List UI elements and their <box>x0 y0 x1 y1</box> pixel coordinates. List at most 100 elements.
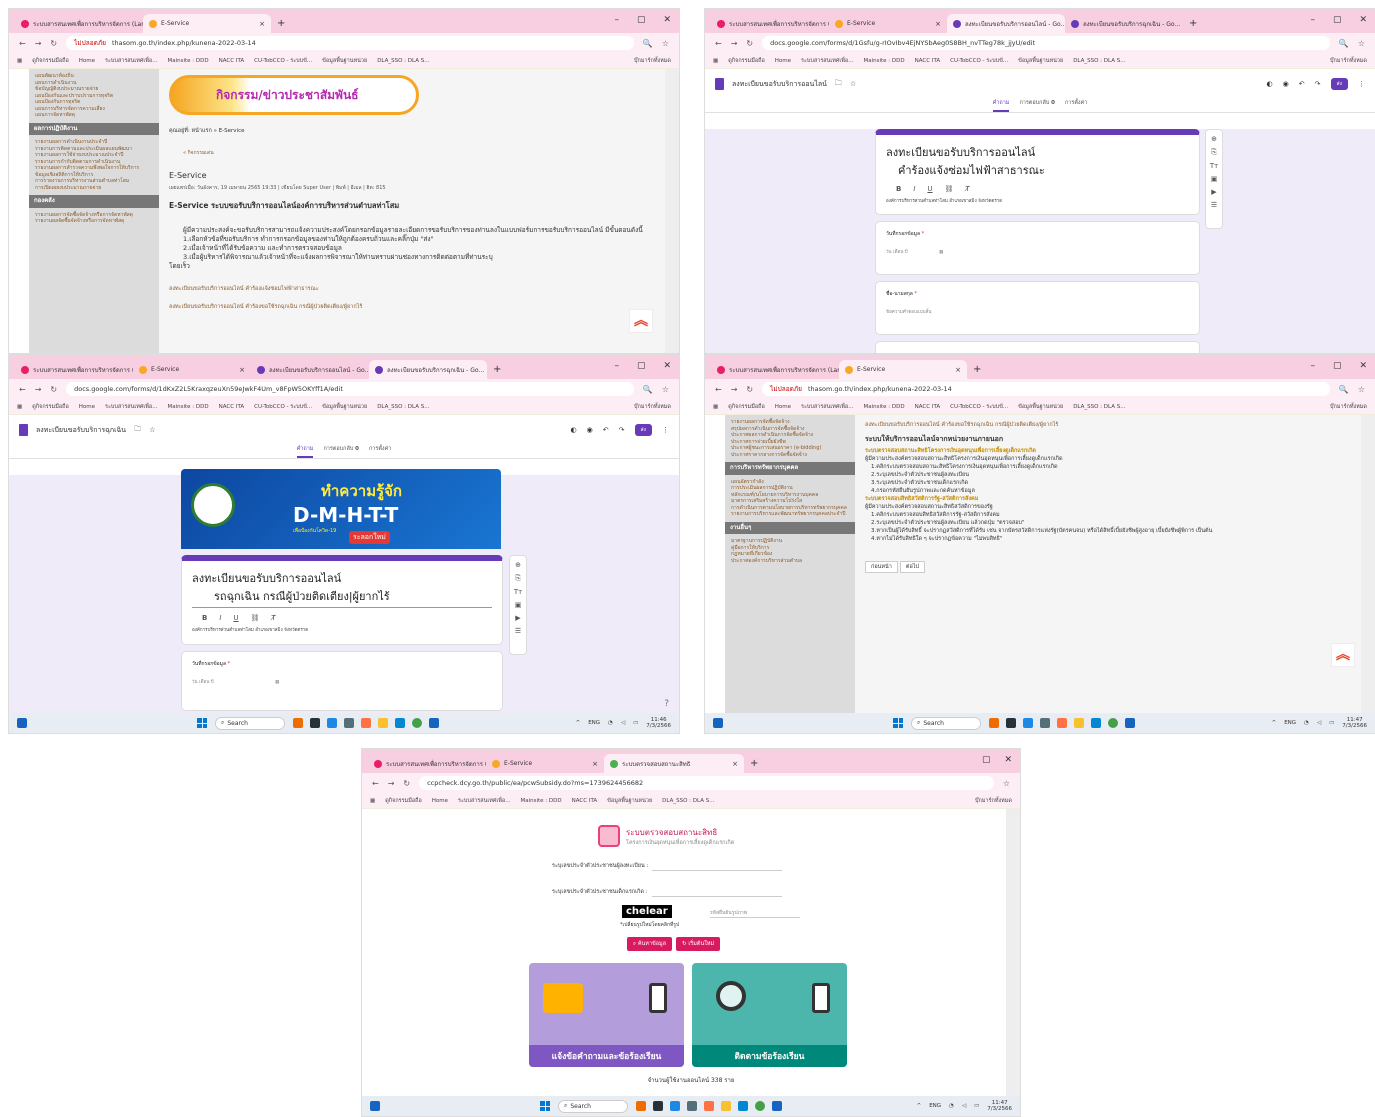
tab-dla[interactable]: ระบบตรวจสอบสถานะสิทธิ × <box>604 754 744 773</box>
new-tab-icon[interactable]: + <box>1189 18 1197 29</box>
close-icon[interactable]: × <box>592 760 598 768</box>
star-icon[interactable]: ☆ <box>662 385 669 394</box>
bookmark-item[interactable]: Mainsite : DDD <box>863 58 904 64</box>
bookmark-item[interactable]: ข้อมูลพื้นฐานหน่วย <box>607 797 652 805</box>
bookmark-item[interactable]: DLA_SSO : DLA S... <box>662 798 714 804</box>
bookmark-item[interactable]: Home <box>79 404 95 410</box>
bookmark-item[interactable]: Home <box>775 58 791 64</box>
import-icon[interactable]: ⎘ <box>1211 148 1217 157</box>
star-icon[interactable]: ☆ <box>149 426 155 434</box>
star-icon[interactable]: ☆ <box>1358 385 1365 394</box>
apps-icon[interactable]: ▦ <box>17 58 22 64</box>
bookmark-item[interactable]: ดูกิจกรรมมือถือ <box>728 57 765 65</box>
preview-icon[interactable]: ◉ <box>1283 80 1289 88</box>
close-window-icon[interactable]: ✕ <box>1359 361 1367 371</box>
tab-eservice[interactable]: E-Service × <box>133 360 251 379</box>
bookmark-item[interactable]: Mainsite : DDD <box>520 798 561 804</box>
bookmark-item[interactable]: NACC ITA <box>219 58 245 64</box>
new-tab-icon[interactable]: + <box>973 364 981 375</box>
maximize-icon[interactable]: ▢ <box>982 755 991 765</box>
bookmark-item[interactable]: CU-TobCCO - ระบบข้... <box>950 403 1008 411</box>
doc-title[interactable]: ลงทะเบียนขอรับบริการฉุกเฉิน <box>36 425 126 436</box>
all-bookmarks[interactable]: บุ๊กมาร์กทั้งหมด <box>634 57 671 65</box>
chrome-icon[interactable] <box>412 718 422 728</box>
browser-icon[interactable] <box>738 1101 748 1111</box>
taskview-icon[interactable] <box>653 1101 663 1111</box>
bookmark-item[interactable]: Mainsite : DDD <box>167 404 208 410</box>
link-icon[interactable]: ⛓ <box>945 185 954 193</box>
preview-icon[interactable]: ◉ <box>587 426 593 434</box>
tab-eservice[interactable]: E-Service × <box>486 754 604 773</box>
bookmark-item[interactable]: Home <box>79 58 95 64</box>
bookmark-item[interactable]: NACC ITA <box>915 58 941 64</box>
track-card[interactable]: ติดตามข้อร้องเรียน <box>692 963 847 1067</box>
title-icon[interactable]: Tт <box>1210 162 1218 170</box>
import-icon[interactable]: ⎘ <box>515 574 521 583</box>
service-link-newborn[interactable]: ระบบตรวจสอบสถานะสิทธิโครงการเงินอุดหนุนเ… <box>865 447 1351 455</box>
bookmark-item[interactable]: ดูกิจกรรมมือถือ <box>385 797 422 805</box>
language-indicator[interactable]: ENG <box>1284 720 1296 726</box>
question-card[interactable]: ชื่อ-นามสกุล * ข้อความคำตอบแบบสั้น <box>875 281 1200 335</box>
bookmark-item[interactable]: ดูกิจกรรมมือถือ <box>728 403 765 411</box>
subnav-link[interactable]: « กิจกรรมเด่น <box>183 149 655 157</box>
windows-start-icon[interactable] <box>540 1101 550 1111</box>
url-field[interactable]: docs.google.com/forms/d/1dKxZ2L5Kraxqzeu… <box>66 382 634 396</box>
edge-icon[interactable] <box>670 1101 680 1111</box>
reload-icon[interactable]: ↻ <box>746 385 753 394</box>
underline-icon[interactable]: U <box>233 614 238 622</box>
image-icon[interactable]: ▣ <box>1211 175 1218 183</box>
tab-thasom[interactable]: ระบบสารสนเทศเพื่อการบริหารจัดการ (LandsM… <box>15 14 143 33</box>
apps-icon[interactable]: ▦ <box>713 404 718 410</box>
close-window-icon[interactable]: ✕ <box>1004 755 1012 765</box>
bookmark-item[interactable]: ดูกิจกรรมมือถือ <box>32 57 69 65</box>
apps-icon[interactable]: ▦ <box>370 798 375 804</box>
palette-icon[interactable]: ◐ <box>1267 80 1273 88</box>
service-link-welfare[interactable]: ระบบตรวจสอบสิทธิสวัสดิการรัฐ-สวัสดิการสั… <box>865 495 1351 503</box>
all-bookmarks[interactable]: บุ๊กมาร์กทั้งหมด <box>634 403 671 411</box>
zoom-icon[interactable]: 🔍 <box>1339 39 1349 48</box>
close-window-icon[interactable]: ✕ <box>1359 15 1367 25</box>
forward-icon[interactable]: → <box>388 779 395 788</box>
bookmark-item[interactable]: ระบบสารสนเทศเพื่อ... <box>458 797 510 805</box>
app-icon[interactable] <box>636 1101 646 1111</box>
apps-icon[interactable]: ▦ <box>17 404 22 410</box>
tab-form1[interactable]: ลงทะเบียนขอรับบริการออนไลน์ - Go...× <box>251 360 369 379</box>
link-ambulance[interactable]: ลงทะเบียนขอรับบริการออนไลน์ คำร้องขอใช้ร… <box>865 421 1351 429</box>
app-icon[interactable] <box>989 718 999 728</box>
forward-icon[interactable]: → <box>35 39 42 48</box>
form-description[interactable]: องค์การบริหารส่วนตำบลท่าโสม อำเภอเขาสมิง… <box>192 626 492 633</box>
send-button[interactable]: ส่ง <box>634 424 652 436</box>
link-repair[interactable]: ลงทะเบียนขอรับบริการออนไลน์ คำร้องแจ้งซ่… <box>169 285 655 293</box>
new-tab-icon[interactable]: + <box>493 364 501 375</box>
form-title-line2[interactable]: คำร้องแจ้งซ่อมไฟฟ้าสาธารณะ <box>886 161 1189 179</box>
bookmark-item[interactable]: Home <box>775 404 791 410</box>
form-description[interactable]: องค์การบริหารส่วนตำบลท่าโสม อำเภอเขาสมิง… <box>886 197 1189 204</box>
more-icon[interactable]: ⋮ <box>662 426 669 434</box>
maximize-icon[interactable]: ▢ <box>1333 361 1342 371</box>
reload-icon[interactable]: ↻ <box>746 39 753 48</box>
tray-chevron-icon[interactable]: ^ <box>917 1103 922 1109</box>
sidebar-item[interactable]: ประกาศองค์การบริหารส่วนตำบล <box>731 558 849 565</box>
form-title[interactable]: ลงทะเบียนขอรับบริการออนไลน์ <box>192 569 492 587</box>
bookmark-item[interactable]: ระบบสารสนเทศเพื่อ... <box>801 57 853 65</box>
zoom-icon[interactable]: 🔍 <box>643 385 653 394</box>
video-icon[interactable]: ▶ <box>1211 188 1216 196</box>
bookmark-item[interactable]: DLA_SSO : DLA S... <box>1073 404 1125 410</box>
new-tab-icon[interactable]: + <box>277 18 285 29</box>
bookmark-item[interactable]: NACC ITA <box>572 798 598 804</box>
sidebar-item[interactable]: รายงานผลการสำรวจความพึงพอใจการให้บริการ <box>35 165 153 172</box>
clock[interactable]: 11:47 7/3/2566 <box>987 1100 1012 1112</box>
tab-thasom[interactable]: ระบบสารสนเทศเพื่อการบริหารจัดการ (LandsM… <box>711 14 829 33</box>
undo-icon[interactable]: ↶ <box>1299 80 1305 88</box>
calculator-icon[interactable] <box>687 1101 697 1111</box>
back-icon[interactable]: ← <box>715 39 722 48</box>
close-window-icon[interactable]: ✕ <box>663 361 671 371</box>
zoom-icon[interactable]: 🔍 <box>1339 385 1349 394</box>
browser-icon[interactable] <box>395 718 405 728</box>
form-title-card[interactable]: ลงทะเบียนขอรับบริการออนไลน์ รถฉุกเฉิน กร… <box>181 555 503 645</box>
image-icon[interactable]: ▣ <box>515 601 522 609</box>
add-question-icon[interactable]: ⊕ <box>1211 135 1217 143</box>
question-card[interactable] <box>875 341 1200 353</box>
windows-start-icon[interactable] <box>893 718 903 728</box>
firefox-icon[interactable] <box>704 1101 714 1111</box>
